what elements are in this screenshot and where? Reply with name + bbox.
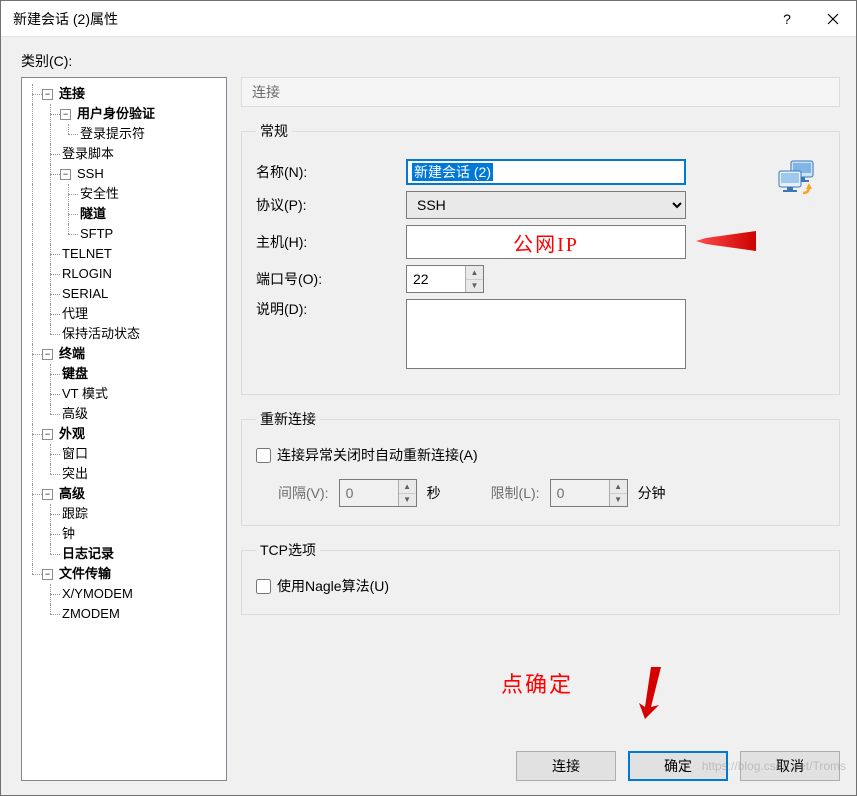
spin-down-icon: ▼ xyxy=(610,494,627,507)
group-reconnect-legend: 重新连接 xyxy=(256,409,320,429)
nagle-checkbox-row[interactable]: 使用Nagle算法(U) xyxy=(256,576,825,596)
spin-up-icon[interactable]: ▲ xyxy=(466,266,483,280)
tree-window[interactable]: 窗口 xyxy=(24,444,224,464)
interval-unit: 秒 xyxy=(427,483,441,503)
group-reconnect: 重新连接 连接异常关闭时自动重新连接(A) 间隔(V): ▲▼ 秒 xyxy=(241,409,840,526)
columns: − 连接 − 用户身份验证 xyxy=(21,77,840,781)
desc-textarea[interactable] xyxy=(406,299,686,369)
spin-up-icon: ▲ xyxy=(399,480,416,494)
close-button[interactable] xyxy=(810,1,856,37)
host-input[interactable]: 公网IP xyxy=(406,225,686,259)
tree-login-script[interactable]: 登录脚本 xyxy=(24,144,224,164)
spin-down-icon: ▼ xyxy=(399,494,416,507)
tree-appearance[interactable]: − 外观 xyxy=(24,424,224,444)
computers-icon xyxy=(777,159,821,204)
panel-header: 连接 xyxy=(241,77,840,107)
tree-filetransfer[interactable]: − 文件传输 xyxy=(24,564,224,584)
group-tcp: TCP选项 使用Nagle算法(U) xyxy=(241,540,840,615)
tree-xymodem[interactable]: X/YMODEM xyxy=(24,584,224,604)
arrow-annotation-icon xyxy=(696,229,756,253)
collapse-icon[interactable]: − xyxy=(42,489,53,500)
protocol-select[interactable]: SSH xyxy=(406,191,686,219)
tree-serial[interactable]: SERIAL xyxy=(24,284,224,304)
group-general: 常规 xyxy=(241,121,840,395)
tree-ssh[interactable]: − SSH xyxy=(24,164,224,184)
interval-spinner: ▲▼ xyxy=(339,479,417,507)
tree-trace[interactable]: 跟踪 xyxy=(24,504,224,524)
tree-advanced-term[interactable]: 高级 xyxy=(24,404,224,424)
tree-tunnel[interactable]: 隧道 xyxy=(24,204,224,224)
tree-user-auth[interactable]: − 用户身份验证 xyxy=(24,104,224,124)
name-label: 名称(N): xyxy=(256,162,406,182)
tree-telnet[interactable]: TELNET xyxy=(24,244,224,264)
limit-label: 限制(L): xyxy=(491,483,540,503)
tree-bell[interactable]: 钟 xyxy=(24,524,224,544)
tree-keepalive[interactable]: 保持活动状态 xyxy=(24,324,224,344)
arrow-down-icon xyxy=(631,667,661,719)
tree-keyboard[interactable]: 键盘 xyxy=(24,364,224,384)
connect-button[interactable]: 连接 xyxy=(516,751,616,781)
reconnect-checkbox[interactable] xyxy=(256,448,271,463)
interval-value xyxy=(340,480,398,506)
spin-up-icon: ▲ xyxy=(610,480,627,494)
tree-logging[interactable]: 日志记录 xyxy=(24,544,224,564)
name-input[interactable]: 新建会话 (2) xyxy=(406,159,686,185)
collapse-icon[interactable]: − xyxy=(60,109,71,120)
collapse-icon[interactable]: − xyxy=(42,89,53,100)
dialog-window: 新建会话 (2)属性 ? 类别(C): − 连接 xyxy=(0,0,857,796)
collapse-icon[interactable]: − xyxy=(60,169,71,180)
group-tcp-legend: TCP选项 xyxy=(256,540,320,560)
limit-value xyxy=(551,480,609,506)
reconnect-label: 连接异常关闭时自动重新连接(A) xyxy=(277,445,478,465)
nagle-label: 使用Nagle算法(U) xyxy=(277,576,389,596)
category-tree[interactable]: − 连接 − 用户身份验证 xyxy=(21,77,227,781)
nagle-checkbox[interactable] xyxy=(256,579,271,594)
tree-terminal[interactable]: − 终端 xyxy=(24,344,224,364)
window-title: 新建会话 (2)属性 xyxy=(13,9,764,29)
spin-down-icon[interactable]: ▼ xyxy=(466,280,483,293)
interval-label: 间隔(V): xyxy=(278,483,329,503)
tree-rlogin[interactable]: RLOGIN xyxy=(24,264,224,284)
tree-zmodem[interactable]: ZMODEM xyxy=(24,604,224,624)
port-spinner[interactable]: ▲▼ xyxy=(406,265,484,293)
tree-vtmode[interactable]: VT 模式 xyxy=(24,384,224,404)
tree-advanced[interactable]: − 高级 xyxy=(24,484,224,504)
limit-unit: 分钟 xyxy=(638,483,666,503)
collapse-icon[interactable]: − xyxy=(42,429,53,440)
port-label: 端口号(O): xyxy=(256,269,406,289)
settings-pane: 连接 常规 xyxy=(241,77,840,781)
tree-connection[interactable]: − 连接 xyxy=(24,84,224,104)
group-general-legend: 常规 xyxy=(256,121,292,141)
category-label: 类别(C): xyxy=(21,51,840,71)
host-placeholder: 公网IP xyxy=(513,228,579,257)
click-ok-annotation: 点确定 xyxy=(501,667,573,699)
tree-security[interactable]: 安全性 xyxy=(24,184,224,204)
tree-proxy[interactable]: 代理 xyxy=(24,304,224,324)
desc-label: 说明(D): xyxy=(256,299,406,319)
close-icon xyxy=(827,13,839,25)
help-button[interactable]: ? xyxy=(764,1,810,37)
host-label: 主机(H): xyxy=(256,232,406,252)
port-value[interactable] xyxy=(407,266,465,292)
title-bar: 新建会话 (2)属性 ? xyxy=(1,1,856,37)
button-row: 连接 确定 取消 xyxy=(241,739,840,781)
protocol-label: 协议(P): xyxy=(256,195,406,215)
collapse-icon[interactable]: − xyxy=(42,349,53,360)
name-value: 新建会话 (2) xyxy=(412,163,493,181)
limit-spinner: ▲▼ xyxy=(550,479,628,507)
ok-button[interactable]: 确定 xyxy=(628,751,728,781)
reconnect-checkbox-row[interactable]: 连接异常关闭时自动重新连接(A) xyxy=(256,445,825,465)
dialog-body: 类别(C): − 连接 xyxy=(1,37,856,795)
collapse-icon[interactable]: − xyxy=(42,569,53,580)
tree-highlight[interactable]: 突出 xyxy=(24,464,224,484)
tree-sftp[interactable]: SFTP xyxy=(24,224,224,244)
tree-login-prompt[interactable]: 登录提示符 xyxy=(24,124,224,144)
cancel-button[interactable]: 取消 xyxy=(740,751,840,781)
